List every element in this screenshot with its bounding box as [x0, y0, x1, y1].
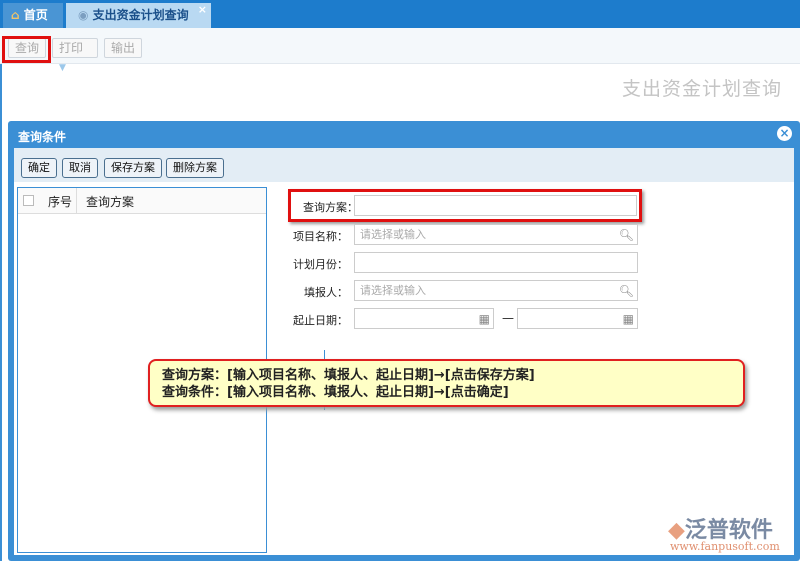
logo-url: www.fanpusoft.com [670, 540, 780, 553]
date-separator: — [502, 311, 514, 325]
close-icon[interactable]: × [777, 126, 792, 141]
month-input[interactable] [354, 252, 638, 273]
placeholder: 请选择或输入 [360, 228, 426, 241]
project-input[interactable]: 请选择或输入 🔍︎ [354, 224, 638, 245]
end-date-input[interactable]: ▦ [517, 308, 638, 329]
dialog-toolbar: 确定 取消 保存方案 删除方案 [14, 148, 794, 182]
calendar-icon[interactable]: ▦ [479, 310, 490, 329]
tab-label: 支出资金计划查询 [92, 8, 189, 22]
query-dialog: 查询条件 × 确定 取消 保存方案 删除方案 序号 查询方案 [8, 121, 800, 561]
header-index: 序号 [48, 195, 73, 209]
project-label: 项目名称： [293, 230, 348, 243]
highlight-box [2, 36, 51, 63]
note-line: 查询方案：[输入项目名称、填报人、起止日期]→[点击保存方案] [162, 368, 535, 383]
annotation-note: 查询方案：[输入项目名称、填报人、起止日期]→[点击保存方案] 查询条件：[输入… [148, 359, 745, 407]
tab-bar: ⌂ 首页 ◉ 支出资金计划查询 × [0, 0, 800, 28]
print-button[interactable]: 打印 ▼ [52, 38, 98, 73]
table-header: 序号 查询方案 [18, 188, 266, 214]
month-label: 计划月份： [293, 258, 348, 271]
dropdown-arrow-icon: ▼ [59, 63, 66, 73]
tab-label: 首页 [23, 8, 48, 22]
circle-icon: ◉ [78, 8, 89, 22]
highlight-box [288, 189, 642, 222]
save-scheme-button[interactable]: 保存方案 [104, 158, 162, 178]
divider [76, 188, 77, 214]
reporter-label: 填报人： [304, 286, 348, 299]
start-date-input[interactable]: ▦ [354, 308, 494, 329]
home-icon: ⌂ [11, 8, 20, 22]
select-all-checkbox[interactable] [23, 195, 34, 206]
search-icon[interactable]: 🔍︎ [619, 226, 634, 245]
date-label: 起止日期： [293, 314, 348, 327]
divider [0, 64, 2, 561]
placeholder: 请选择或输入 [360, 284, 426, 297]
note-line: 查询条件：[输入项目名称、填报人、起止日期]→[点击确定] [162, 385, 509, 400]
export-button[interactable]: 输出 [104, 38, 143, 58]
ok-button[interactable]: 确定 [21, 158, 57, 178]
dialog-title: 查询条件 [18, 130, 67, 144]
page-title: 支出资金计划查询 [621, 78, 782, 100]
tab-home[interactable]: ⌂ 首页 [3, 3, 63, 28]
toolbar: 查询 打印 ▼ 输出 [0, 28, 800, 73]
close-tab-icon[interactable]: × [198, 0, 207, 22]
print-label: 打印 [59, 41, 84, 55]
cancel-button[interactable]: 取消 [62, 158, 98, 178]
header-scheme: 查询方案 [86, 195, 135, 209]
reporter-input[interactable]: 请选择或输入 🔍︎ [354, 280, 638, 301]
search-icon[interactable]: 🔍︎ [619, 282, 634, 301]
tab-expense-plan-query[interactable]: ◉ 支出资金计划查询 × [66, 3, 211, 28]
delete-scheme-button[interactable]: 删除方案 [166, 158, 224, 178]
calendar-icon[interactable]: ▦ [623, 310, 634, 329]
